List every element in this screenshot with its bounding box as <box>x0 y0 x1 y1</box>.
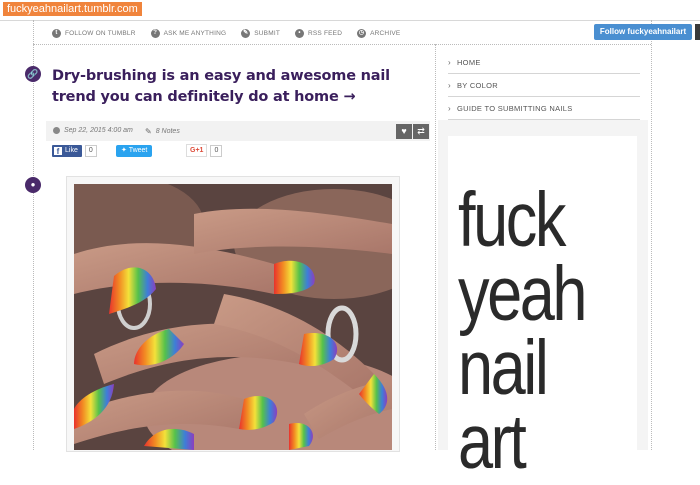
follow-button[interactable]: Follow fuckyeahnailart <box>594 24 692 40</box>
chevron-right-icon: › <box>448 103 451 113</box>
post-date-text: Sep 22, 2015 4:00 am <box>64 127 133 134</box>
blog-logo-word: fuck <box>458 177 566 263</box>
question-icon: ? <box>150 28 160 38</box>
tumblr-icon: t <box>52 28 61 38</box>
reblog-icon[interactable]: ⇄ <box>413 124 429 139</box>
post-notes-text: 8 Notes <box>155 128 180 135</box>
rss-icon: • <box>295 28 304 38</box>
link-post-icon: 🔗 <box>25 66 41 82</box>
frame-divider-left <box>33 20 34 450</box>
sidebar-link-label: HOME <box>456 57 481 67</box>
tweet-label: Tweet <box>128 146 148 154</box>
blog-logo-word: art <box>458 399 527 485</box>
pencil-icon: ✎ <box>145 127 152 136</box>
browser-url-bar[interactable]: fuckyeahnailart.tumblr.com <box>0 0 700 21</box>
clock-icon <box>53 127 60 134</box>
facebook-icon: f <box>54 146 62 156</box>
follow-button-edge <box>695 24 700 40</box>
chevron-right-icon: › <box>448 57 451 67</box>
sidebar-link-guide[interactable]: › GUIDE TO SUBMITTING NAILS <box>448 97 640 120</box>
topnav-divider <box>33 44 651 45</box>
google-plus-button[interactable]: G+1 <box>186 144 208 157</box>
facebook-like-label: Like <box>65 146 78 154</box>
google-plus-count: 0 <box>210 144 223 157</box>
nav-label: SUBMIT <box>254 29 280 37</box>
nav-submit[interactable]: ✎ SUBMIT <box>241 26 280 40</box>
facebook-like-widget[interactable]: f Like 0 <box>52 144 97 157</box>
nail-art-photo[interactable] <box>74 184 392 450</box>
nav-rss-feed[interactable]: • RSS FEED <box>295 26 342 40</box>
nav-ask-me-anything[interactable]: ? ASK ME ANYTHING <box>150 26 227 40</box>
sidebar-link-label: BY COLOR <box>456 80 498 90</box>
sidebar-link-label: GUIDE TO SUBMITTING NAILS <box>456 103 573 113</box>
pencil-icon: ✎ <box>241 28 251 38</box>
nav-label: FOLLOW ON TUMBLR <box>65 29 136 37</box>
blog-logo-word: nail <box>458 325 549 411</box>
like-heart-icon[interactable]: ♥ <box>396 124 412 139</box>
sidebar-link-by-color[interactable]: › BY COLOR <box>448 74 640 97</box>
frame-divider-right <box>651 20 652 450</box>
facebook-like-button[interactable]: f Like <box>52 144 82 157</box>
camera-icon: ● <box>25 177 41 193</box>
column-divider <box>435 44 436 450</box>
nav-label: ASK ME ANYTHING <box>163 29 227 37</box>
post-notes[interactable]: ✎ 8 Notes <box>145 127 180 136</box>
google-plus-widget[interactable]: G+1 0 <box>186 144 223 157</box>
twitter-bird-icon: ✦ <box>121 146 127 154</box>
post-date[interactable]: Sep 22, 2015 4:00 am <box>53 127 133 134</box>
nav-label: ARCHIVE <box>370 29 401 37</box>
tweet-button[interactable]: ✦ Tweet <box>116 144 153 157</box>
nav-label: RSS FEED <box>308 29 343 37</box>
blog-logo-word: yeah <box>458 251 588 337</box>
nav-archive[interactable]: ◷ ARCHIVE <box>357 26 400 40</box>
post-title[interactable]: Dry-brushing is an easy and awesome nail… <box>52 66 422 108</box>
facebook-like-count: 0 <box>84 144 97 157</box>
tweet-widget[interactable]: ✦ Tweet <box>116 144 153 157</box>
url-text[interactable]: fuckyeahnailart.tumblr.com <box>3 2 142 16</box>
nav-follow-on-tumblr[interactable]: t FOLLOW ON TUMBLR <box>52 26 136 40</box>
chevron-right-icon: › <box>448 80 451 90</box>
top-navigation: t FOLLOW ON TUMBLR ? ASK ME ANYTHING ✎ S… <box>52 26 415 40</box>
clock-icon: ◷ <box>357 28 367 38</box>
sidebar-link-home[interactable]: › HOME <box>448 51 640 74</box>
